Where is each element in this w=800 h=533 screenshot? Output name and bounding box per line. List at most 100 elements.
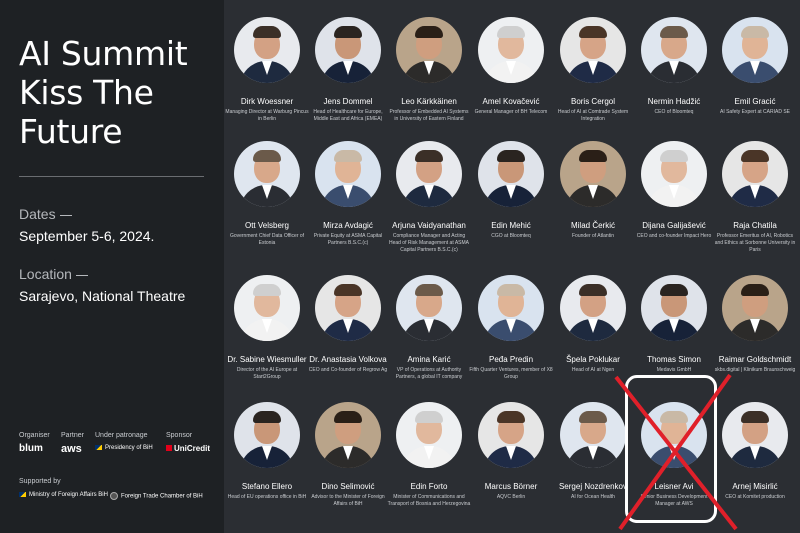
speaker-photo	[478, 275, 544, 341]
speaker-role: Head of Healthcare for Europe, Middle Ea…	[313, 109, 383, 122]
speaker-role: Private Equity at ASMA Capital Partners …	[313, 233, 383, 246]
speaker-role: CEO and co-founder Impact Hero	[636, 233, 712, 239]
unicredit-logo: UniCredit	[166, 444, 210, 453]
speaker-role: Professor Emeritus of AI, Robotics and E…	[714, 233, 796, 253]
speaker-name: Boris Cergol	[570, 97, 615, 106]
sponsor-label: Sponsor	[166, 432, 193, 439]
speaker-role: Fifth Quarter Ventures, member of X8 Gro…	[469, 367, 553, 380]
speaker-name: Amina Karić	[407, 355, 451, 364]
speaker-name: Dijana Galijašević	[642, 221, 706, 230]
speaker-name: Milad Čerkić	[570, 221, 615, 230]
speaker-photo	[641, 141, 707, 207]
speaker-role: Minister of Communications and Transport…	[387, 494, 471, 507]
patronage-label: Under patronage	[95, 432, 148, 439]
speaker-role: VP of Operations at Authority Partners, …	[395, 367, 463, 380]
speaker-name: Raimar Goldschmidt	[718, 355, 792, 364]
speaker-name: Raja Chatila	[733, 221, 777, 230]
speaker-role: Founder of Atlantin	[572, 233, 614, 239]
speaker-role: Medavis GmbH	[656, 367, 692, 373]
sidebar-divider	[19, 176, 204, 177]
event-title: AI Summit Kiss The Future	[19, 34, 219, 151]
speaker-photo	[234, 141, 300, 207]
speaker-role: Compliance Manager and Acting Head of Ri…	[388, 233, 470, 253]
speaker-photo	[396, 275, 462, 341]
speaker-name: Dr. Sabine Wiesmuller	[227, 355, 307, 364]
speaker-role: Managing Director at Warburg Pincus in B…	[225, 109, 309, 122]
speaker-name: Edin Forto	[410, 482, 448, 491]
speaker-photo	[560, 402, 626, 468]
supported-by-label: Supported by	[19, 478, 61, 485]
speaker-name: Jens Dommel	[323, 97, 373, 106]
speaker-photo	[560, 17, 626, 83]
speaker-name: Edin Mehić	[491, 221, 531, 230]
speaker-name: Thomas Simon	[647, 355, 701, 364]
speaker-photo	[234, 275, 300, 341]
speaker-name: Leo Kärkkäinen	[401, 97, 457, 106]
speaker-photo	[315, 141, 381, 207]
speaker-role: Advisor to the Minister of Foreign Affai…	[311, 494, 385, 507]
title-line: AI Summit	[19, 34, 188, 73]
title-line: Future	[19, 112, 123, 151]
speaker-name: Dino Selimović	[321, 482, 375, 491]
speaker-photo	[641, 17, 707, 83]
title-line: Kiss The	[19, 73, 154, 112]
speaker-name: Sergej Nozdrenkov	[558, 482, 628, 491]
speaker-role: Head of AI at Comtrade System Integratio…	[557, 109, 629, 122]
speaker-photo	[722, 17, 788, 83]
speaker-photo	[396, 402, 462, 468]
speaker-photo	[722, 141, 788, 207]
speaker-role: skbs.digital | Klinikum Braunschweig	[714, 367, 796, 373]
event-sidebar: AI Summit Kiss The Future Dates Septembe…	[0, 0, 224, 533]
speaker-role: Government Chief Data Officer of Estonia	[229, 233, 305, 246]
speaker-name: Špela Poklukar	[566, 355, 620, 364]
aws-logo: aws	[61, 443, 82, 455]
location-label: Location	[19, 266, 88, 282]
speaker-name: Mirza Avdagić	[323, 221, 373, 230]
speaker-name: Peđa Predin	[488, 355, 534, 364]
speaker-photo	[478, 17, 544, 83]
speaker-role: CGO at Bloomteq	[491, 233, 531, 239]
speaker-role: AI for Ocean Health	[571, 494, 615, 500]
speaker-photo	[315, 17, 381, 83]
presidency-logo: Presidency of BiH	[95, 445, 153, 451]
speaker-photo	[234, 17, 300, 83]
supporter-ministry: Ministry of Foreign Affairs BiH	[19, 492, 108, 498]
speaker-name: Ott Velsberg	[244, 221, 290, 230]
dates-value: September 5-6, 2024.	[19, 228, 155, 244]
dates-label: Dates	[19, 206, 72, 222]
speaker-photo	[560, 141, 626, 207]
speaker-photo	[315, 275, 381, 341]
speaker-name: Dr. Anastasia Volkova	[309, 355, 387, 364]
partner-label: Partner	[61, 432, 84, 439]
speaker-role: CEO of Bloomteq	[654, 109, 694, 115]
supporter-chamber: Foreign Trade Chamber of BiH	[110, 492, 203, 500]
speaker-role: General Manager of BH Telecom	[474, 109, 548, 115]
speaker-photo	[396, 17, 462, 83]
speaker-role: Director of the AI Europe at Start2Group	[236, 367, 298, 380]
blum-logo: blum	[19, 443, 43, 454]
speaker-name: Emil Gracić	[734, 97, 776, 106]
speaker-role: Professor of Embedded AI Systems in Univ…	[389, 109, 469, 122]
highlight-box	[625, 375, 717, 523]
speaker-role: AI Safety Expert at CARIAD SE	[719, 109, 791, 115]
organiser-label: Organiser	[19, 432, 50, 439]
speaker-name: Marcus Börner	[484, 482, 538, 491]
speaker-photo	[722, 402, 788, 468]
speaker-photo	[315, 402, 381, 468]
speaker-photo	[478, 141, 544, 207]
speaker-name: Arnej Misirlić	[732, 482, 778, 491]
speaker-role: Head of AI at Ngen	[571, 367, 615, 373]
location-value: Sarajevo, National Theatre	[19, 288, 186, 304]
speaker-photo	[641, 275, 707, 341]
speaker-name: Amel Kovačević	[482, 97, 540, 106]
speaker-name: Stefano Ellero	[241, 482, 293, 491]
speaker-name: Arjuna Vaidyanathan	[392, 221, 466, 230]
speaker-role: AQVC Berlin	[496, 494, 526, 500]
speaker-role: CEO and Co-founder of Regrow Ag	[308, 367, 388, 373]
speaker-photo	[234, 402, 300, 468]
speaker-name: Nermin Hadžić	[647, 97, 701, 106]
speaker-role: CEO at Komitet production	[725, 494, 785, 500]
speaker-photo	[722, 275, 788, 341]
chamber-logo-icon	[110, 492, 118, 500]
speaker-photo	[478, 402, 544, 468]
